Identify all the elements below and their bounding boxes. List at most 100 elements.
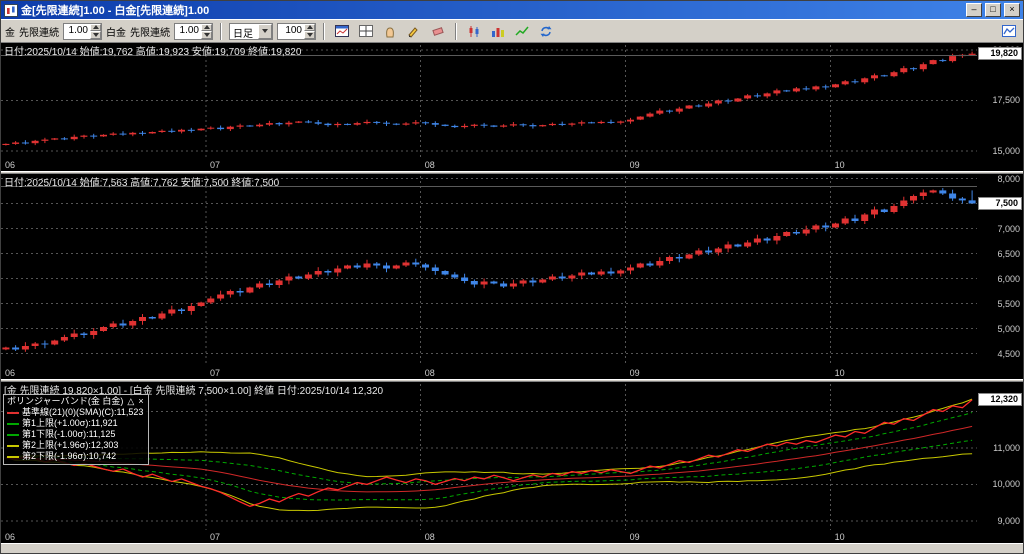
toolbar-separator	[220, 22, 222, 40]
legend-rows: 基準線(21)(0)(SMA)(C):11,523 第1上限(+1.00σ):11…	[7, 407, 144, 462]
instrument2-multiplier-value[interactable]: 1.00	[175, 24, 201, 39]
instrument1-multiplier-value[interactable]: 1.00	[64, 24, 90, 39]
toolbar-separator	[455, 22, 457, 40]
chart-window-button[interactable]	[332, 21, 352, 41]
svg-text:07: 07	[210, 160, 220, 170]
minimize-button[interactable]: –	[966, 3, 982, 17]
legend-marker	[7, 455, 19, 458]
chart-settings-icon	[1002, 25, 1016, 37]
pan-hand-icon	[386, 26, 394, 37]
gold-candlestick-chart[interactable]: 06 07 08 09 10	[1, 43, 977, 171]
spread-price-axis[interactable]: 11,000 10,000 9,000 12,320	[977, 382, 1023, 543]
legend-label: 第2下限(-1.96σ):10,742	[22, 451, 117, 461]
candlestick-chart-button[interactable]	[464, 21, 484, 41]
pencil-button[interactable]	[404, 21, 424, 41]
y-axis-label: 6,500	[997, 248, 1020, 259]
last-price-box: 12,320	[978, 392, 1022, 406]
svg-text:08: 08	[425, 160, 435, 170]
gold-chart-panel: 06 07 08 09 10 日付:2025/10/14 始値:19,762 高値:19…	[1, 43, 1023, 171]
svg-text:06: 06	[5, 160, 15, 170]
instrument1-label: 金	[5, 27, 15, 39]
y-axis-label: 5,500	[997, 298, 1020, 309]
legend-close-button[interactable]: ×	[138, 396, 143, 407]
bar-chart-icon	[492, 27, 504, 37]
spin-down-button[interactable]	[201, 31, 212, 39]
y-axis-label: 5,000	[997, 323, 1020, 334]
bollinger-legend: ボリンジャーバンド(金 白金) △ × 基準線(21)(0)(SMA)(C):1…	[3, 394, 149, 465]
spin-up-button[interactable]	[304, 23, 315, 31]
svg-text:06: 06	[5, 368, 15, 378]
crosshair-icon	[359, 25, 373, 37]
candlestick-chart-icon	[469, 25, 479, 37]
pan-hand-button[interactable]	[380, 21, 400, 41]
platinum-candlestick-chart[interactable]: 06 07 08 09 10	[1, 174, 977, 379]
legend-label: 基準線(21)(0)(SMA)(C):11,523	[22, 407, 144, 417]
eraser-icon	[432, 26, 444, 36]
chart-settings-button[interactable]	[999, 21, 1019, 41]
legend-row: 第1下限(-1.00σ):11,125	[7, 429, 144, 440]
y-axis-label: 7,000	[997, 223, 1020, 234]
legend-label: 第1上限(+1.00σ):11,921	[22, 418, 118, 428]
last-price-box: 19,820	[978, 46, 1022, 60]
instrument1-multiplier-spinner[interactable]: 1.00	[63, 22, 102, 40]
spinner-arrows[interactable]	[201, 23, 212, 39]
platinum-ohlc-info: 日付:2025/10/14 始値:7,563 高値:7,762 安値:7,500…	[4, 178, 280, 189]
status-bar	[1, 543, 1023, 553]
svg-text:10: 10	[835, 532, 845, 542]
spin-up-button[interactable]	[90, 23, 101, 31]
combo-dropdown-icon[interactable]	[258, 23, 272, 39]
close-button[interactable]: ×	[1004, 3, 1020, 17]
platinum-price-axis[interactable]: 8,000 7,500 7,000 6,500 6,000 5,500 5,000 4,500…	[977, 174, 1023, 379]
svg-text:06: 06	[5, 532, 15, 542]
instrument2-multiplier-spinner[interactable]: 1.00	[174, 22, 213, 40]
y-axis-label: 10,000	[992, 479, 1020, 490]
legend-row: 第1上限(+1.00σ):11,921	[7, 418, 144, 429]
instrument2-series-label: 先限連続	[130, 27, 170, 39]
svg-text:08: 08	[425, 532, 435, 542]
app-icon	[4, 3, 18, 17]
instrument1-series-label: 先限連続	[19, 27, 59, 39]
legend-marker	[7, 444, 19, 447]
legend-marker	[7, 411, 19, 414]
legend-title: ボリンジャーバンド(金 白金)	[7, 396, 124, 406]
spinner-arrows[interactable]	[90, 23, 101, 39]
legend-row: 基準線(21)(0)(SMA)(C):11,523	[7, 407, 144, 418]
window-title: 金[先限連続]1.00 - 白金[先限連続]1.00	[21, 5, 210, 17]
chart-area: 06 07 08 09 10 日付:2025/10/14 始値:19,762 高値:19…	[1, 43, 1023, 543]
spin-up-button[interactable]	[201, 23, 212, 31]
bar-chart-button[interactable]	[488, 21, 508, 41]
svg-text:09: 09	[630, 160, 640, 170]
bar-count-value[interactable]: 100	[278, 24, 304, 39]
y-axis-label: 17,500	[992, 95, 1020, 106]
gold-price-axis[interactable]: 20,00017,50015,00019,820	[977, 43, 1023, 171]
toolbar-separator	[323, 22, 325, 40]
spinner-arrows[interactable]	[304, 23, 315, 39]
svg-text:08: 08	[425, 368, 435, 378]
crosshair-button[interactable]	[356, 21, 376, 41]
legend-row: 第2上限(+1.96σ):12,303	[7, 440, 144, 451]
chart-window-icon	[335, 25, 349, 37]
bar-count-spinner[interactable]: 100	[277, 22, 316, 40]
legend-label: 第1下限(-1.00σ):11,125	[22, 429, 116, 439]
platinum-chart-panel: 06 07 08 09 10 日付:2025/10/14 始値:7,563 高値:7,7…	[1, 174, 1023, 379]
y-axis-label: 9,000	[997, 515, 1020, 526]
eraser-button[interactable]	[428, 21, 448, 41]
legend-collapse-button[interactable]: △	[127, 396, 134, 407]
line-chart-button[interactable]	[512, 21, 532, 41]
maximize-button[interactable]: □	[985, 3, 1001, 17]
legend-marker	[7, 433, 19, 436]
app-window: 金[先限連続]1.00 - 白金[先限連続]1.00 – □ × 金 先限連続 …	[0, 0, 1024, 554]
period-select[interactable]: 日足	[229, 22, 273, 40]
legend-marker	[7, 422, 19, 425]
spin-down-button[interactable]	[304, 31, 315, 39]
toolbar: 金 先限連続 1.00 白金 先限連続 1.00 日足 100	[1, 19, 1023, 43]
y-axis-label: 15,000	[992, 145, 1020, 156]
spin-down-button[interactable]	[90, 31, 101, 39]
svg-text:09: 09	[630, 368, 640, 378]
title-bar[interactable]: 金[先限連続]1.00 - 白金[先限連続]1.00 – □ ×	[1, 1, 1023, 19]
gold-ohlc-info: 日付:2025/10/14 始値:19,762 高値:19,923 安値:19,…	[4, 47, 302, 58]
y-axis-label: 6,000	[997, 273, 1020, 284]
period-value[interactable]: 日足	[230, 24, 258, 40]
legend-label: 第2上限(+1.96σ):12,303	[22, 440, 119, 450]
refresh-button[interactable]	[536, 21, 556, 41]
